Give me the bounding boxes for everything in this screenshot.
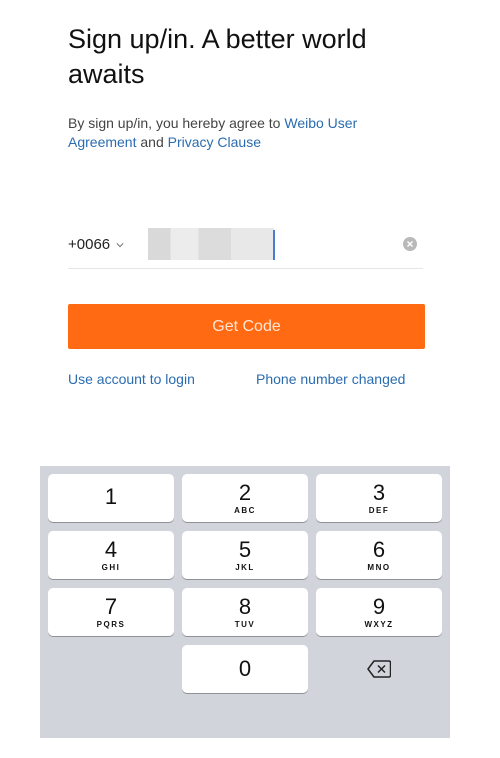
key-5[interactable]: 5 JKL <box>182 531 308 579</box>
country-code-label: +0066 <box>68 236 111 253</box>
key-letters: TUV <box>234 619 256 629</box>
key-number: 8 <box>238 593 252 619</box>
key-number: 0 <box>238 656 252 681</box>
backspace-key[interactable] <box>316 645 442 693</box>
key-number: 6 <box>372 536 386 562</box>
key-0[interactable]: 0 <box>182 645 308 693</box>
key-letters: JKL <box>235 562 255 572</box>
key-letters: DEF <box>368 505 390 515</box>
key-letters: MNO <box>367 562 391 572</box>
agreement-prefix: By sign up/in, you hereby agree to <box>68 115 285 131</box>
account-login-link[interactable]: Use account to login <box>68 371 195 387</box>
agreement-and: and <box>136 134 168 150</box>
agreement-text: By sign up/in, you hereby agree to Weibo… <box>68 114 428 152</box>
get-code-button[interactable]: Get Code <box>68 304 425 349</box>
key-number: 2 <box>238 479 252 505</box>
phone-changed-link[interactable]: Phone number changed <box>256 371 405 387</box>
country-code-selector[interactable]: +0066 <box>68 236 124 253</box>
numeric-keypad: 1 2 ABC 3 DEF 4 GHI 5 JKL 6 MNO 7 PQRS 8 TUV 9W… <box>40 466 450 738</box>
text-caret <box>273 230 275 260</box>
key-number: 3 <box>372 479 386 505</box>
clear-input-button[interactable] <box>403 237 417 251</box>
key-3[interactable]: 3 DEF <box>316 474 442 522</box>
key-1[interactable]: 1 <box>48 474 174 522</box>
key-number: 9 <box>372 593 386 619</box>
key-letters: WXYZ <box>364 619 394 629</box>
key-letters: ABC <box>234 505 256 515</box>
privacy-clause-link[interactable]: Privacy Clause <box>168 134 261 150</box>
key-7[interactable]: 7 PQRS <box>48 588 174 636</box>
close-icon <box>407 241 413 247</box>
key-4[interactable]: 4 GHI <box>48 531 174 579</box>
key-number: 5 <box>238 536 252 562</box>
page-title: Sign up/in. A better world awaits <box>68 24 367 89</box>
key-9[interactable]: 9 WXYZ <box>316 588 442 636</box>
key-number: 7 <box>104 593 118 619</box>
key-number: 1 <box>104 484 118 509</box>
chevron-down-icon <box>116 242 124 247</box>
key-letters: PQRS <box>96 619 126 629</box>
key-8[interactable]: 8 TUV <box>182 588 308 636</box>
phone-input-row: +0066 <box>68 228 423 269</box>
key-number: 4 <box>104 536 118 562</box>
key-letters: GHI <box>101 562 121 572</box>
backspace-icon <box>367 660 391 678</box>
key-2[interactable]: 2 ABC <box>182 474 308 522</box>
phone-number-input[interactable] <box>148 228 274 260</box>
key-6[interactable]: 6 MNO <box>316 531 442 579</box>
